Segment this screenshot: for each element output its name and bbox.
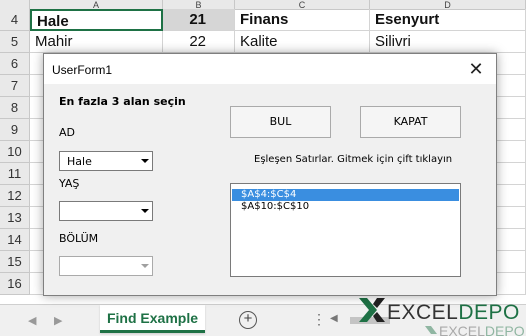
row-header[interactable]: 6 [0, 53, 30, 75]
name-combobox[interactable]: Hale [59, 151, 153, 171]
row-header[interactable]: 12 [0, 185, 30, 207]
chevron-down-icon[interactable] [137, 152, 152, 170]
results-listbox[interactable]: $A$4:$C$4 $A$10:$C$10 [230, 183, 461, 277]
more-options-icon[interactable]: ⋮ [312, 311, 326, 328]
add-sheet-icon[interactable]: + [239, 311, 257, 329]
logo-shadow-mark: EXCELDEPO [425, 323, 525, 336]
prev-sheet-icon[interactable]: ◀ [28, 314, 36, 327]
name-combobox-value: Hale [67, 155, 92, 168]
cell-c4[interactable]: Finans [235, 9, 370, 31]
logo-x-mark [359, 298, 385, 322]
close-button[interactable]: KAPAT [360, 106, 461, 138]
logo-text: EXCELDEPO [387, 301, 520, 324]
name-label: AD [59, 126, 75, 139]
row-header[interactable]: 14 [0, 229, 30, 251]
age-combobox[interactable] [59, 201, 153, 221]
row-header[interactable]: 11 [0, 163, 30, 185]
next-sheet-icon[interactable]: ▶ [54, 314, 62, 327]
cell-a5[interactable]: Mahir [30, 31, 163, 53]
department-combobox[interactable] [59, 256, 153, 276]
cell-d4[interactable]: Esenyurt [370, 9, 526, 31]
results-caption: Eşleşen Satırlar. Gitmek için çift tıkla… [254, 154, 453, 165]
close-icon[interactable]: ✕ [466, 59, 486, 79]
row-header[interactable]: 8 [0, 97, 30, 119]
dialog-title: UserForm1 [52, 63, 113, 77]
result-item-1[interactable]: $A$4:$C$4 [232, 189, 459, 201]
chevron-down-icon[interactable] [137, 257, 152, 275]
cell-b4[interactable]: 21 [163, 9, 235, 31]
userform-dialog: UserForm1 ✕ En fazla 3 alan seçin AD Hal… [43, 53, 497, 296]
find-button[interactable]: BUL [230, 106, 331, 138]
row-header[interactable]: 9 [0, 119, 30, 141]
result-item-2[interactable]: $A$10:$C$10 [232, 201, 459, 213]
row-header[interactable]: 13 [0, 207, 30, 229]
sheet-tab-find-example[interactable]: Find Example [100, 305, 205, 333]
department-label: BÖLÜM [59, 232, 99, 245]
row-header[interactable]: 10 [0, 141, 30, 163]
cell-d5[interactable]: Silivri [370, 31, 526, 53]
row-header[interactable]: 15 [0, 251, 30, 273]
age-label: YAŞ [59, 177, 80, 190]
scroll-left-icon[interactable]: ◀ [330, 313, 338, 324]
svg-text:EXCELDEPO: EXCELDEPO [439, 323, 525, 336]
cell-c5[interactable]: Kalite [235, 31, 370, 53]
dialog-title-bar[interactable]: UserForm1 ✕ [44, 54, 496, 84]
dialog-heading: En fazla 3 alan seçin [59, 95, 186, 108]
row-header[interactable]: 5 [0, 31, 30, 53]
row-header[interactable]: 7 [0, 75, 30, 97]
chevron-down-icon[interactable] [137, 202, 152, 220]
row-header[interactable]: 16 [0, 273, 30, 295]
row-header[interactable]: 4 [0, 9, 30, 31]
exceldepo-logo: EXCELDEPO EXCELDEPO [359, 298, 525, 336]
cell-b5[interactable]: 22 [163, 31, 235, 53]
cell-a4[interactable]: Hale [30, 9, 163, 31]
